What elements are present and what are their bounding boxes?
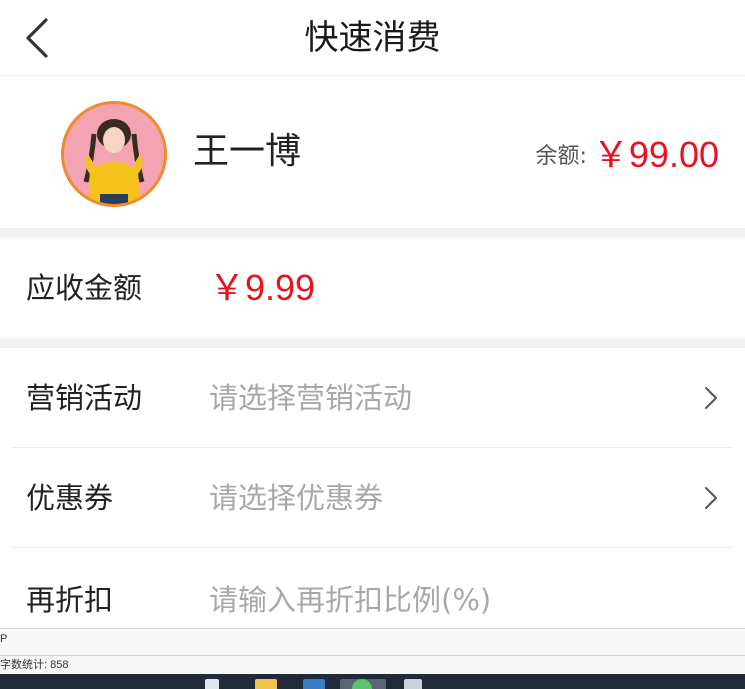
rediscount-input[interactable]: 请输入再折扣比例(%) [209,580,491,620]
avatar [61,101,167,207]
section-gap [0,338,745,348]
marketing-activity-row[interactable]: 营销活动 请选择营销活动 [0,348,745,448]
chevron-right-icon [705,387,717,409]
amount-label: 应收金额 [26,271,143,305]
chevron-right-icon [705,487,717,509]
taskbar [0,674,745,689]
coupon-placeholder[interactable]: 请选择优惠券 [209,478,383,518]
section-gap [0,228,745,238]
member-name: 王一博 [193,131,302,172]
member-card: 王一博 余额: ￥99.00 [0,77,745,228]
balance-label: 余额: [535,144,587,169]
word-count: 字数统计: 858 [0,655,745,673]
rediscount-label: 再折扣 [26,583,114,617]
page-title: 快速消费 [304,18,441,58]
balance: 余额: ￥99.00 [535,129,719,175]
coupon-label: 优惠券 [26,481,114,515]
marketing-activity-label: 营销活动 [26,381,143,415]
amount-receivable-row: 应收金额 ￥9.99 [0,238,745,338]
taskbar-app-icon[interactable] [404,679,422,689]
taskbar-app-icon[interactable] [303,679,325,689]
rediscount-row[interactable]: 再折扣 请输入再折扣比例(%) [0,548,745,628]
coupon-row[interactable]: 优惠券 请选择优惠券 [0,448,745,548]
top-nav-bar: 快速消费 [0,0,745,76]
status-text: P [0,633,8,645]
balance-value: ￥99.00 [592,134,719,175]
marketing-activity-placeholder[interactable]: 请选择营销活动 [209,378,412,418]
folder-icon[interactable] [255,679,277,689]
taskbar-app-icon[interactable] [205,679,219,689]
amount-value: ￥9.99 [209,267,316,308]
editor-status-bar: P 字数统计: 858 [0,628,745,674]
